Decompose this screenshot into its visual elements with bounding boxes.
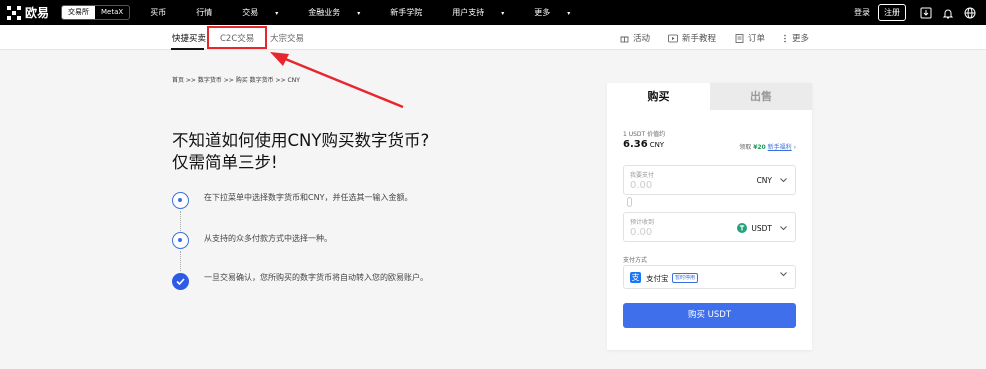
page-title: 不知道如何使用CNY购买数字货币? 仅需简单三步! — [172, 130, 442, 174]
promo-link[interactable]: 新手福利 — [768, 144, 792, 151]
alipay-icon: 支 — [630, 272, 641, 283]
pay-amount-field[interactable]: 我要支付 0.00 CNY — [623, 165, 796, 195]
annotation-arrow — [270, 52, 404, 109]
payment-status-badge: 暂时停用 — [672, 273, 699, 283]
chevron-right-icon: › — [793, 144, 796, 151]
trade-card: 出售 购买 1 USDT 价值约 6.36 CNY 领取 ¥20 新手福利 › 我… — [607, 83, 812, 350]
step-1-icon — [172, 192, 189, 209]
chevron-down-icon — [780, 178, 787, 183]
check-circle-icon — [172, 273, 189, 290]
receive-currency-select[interactable]: USDT — [737, 223, 787, 233]
price-number: 6.36 — [623, 139, 648, 150]
breadcrumb[interactable]: 首页 >> 数字货币 >> 购买 数字货币 >> CNY — [172, 75, 300, 84]
receive-field-label: 预计收到 — [630, 219, 655, 226]
headline-line-1: 不知道如何使用CNY购买数字货币? — [172, 131, 430, 150]
receive-amount-input[interactable]: 0.00 — [630, 227, 652, 238]
step-2-icon — [172, 232, 189, 249]
tab-sell[interactable]: 出售 — [710, 83, 812, 110]
tab-buy[interactable]: 购买 — [607, 83, 710, 110]
price-label: 1 USDT 价值约 — [623, 131, 666, 138]
promo-amount: ¥20 — [753, 144, 766, 151]
chevron-down-icon — [780, 272, 787, 277]
payment-method-name: 支付宝 — [646, 274, 669, 283]
price-unit: CNY — [649, 141, 665, 149]
pay-currency-select[interactable]: CNY — [757, 176, 787, 185]
payment-method-select[interactable]: 支 支付宝 暂时停用 — [623, 265, 796, 289]
pay-field-label: 我要支付 — [630, 172, 655, 179]
promo-banner[interactable]: 领取 ¥20 新手福利 › — [739, 142, 796, 151]
step-connector — [180, 211, 181, 231]
pay-currency: CNY — [756, 176, 772, 185]
receive-amount-field[interactable]: 预计收到 0.00 USDT — [623, 212, 796, 242]
buy-usdt-button[interactable]: 购买 USDT — [623, 303, 796, 328]
price-value: 6.36 CNY — [623, 139, 664, 150]
tether-icon — [737, 223, 748, 233]
step-1-text: 在下拉菜单中选择数字货币和CNY，并任选其一输入金额。 — [204, 193, 413, 202]
step-2-text: 从支持的众多付款方式中选择一种。 — [204, 234, 332, 243]
step-3-text: 一旦交易确认，您所购买的数字货币将自动转入您的欧易账户。 — [204, 273, 428, 282]
promo-prefix: 领取 — [739, 144, 752, 151]
receive-currency: USDT — [751, 223, 772, 233]
payment-method-label: 支付方式 — [623, 257, 648, 264]
chevron-down-icon — [780, 225, 787, 230]
pay-amount-input[interactable]: 0.00 — [630, 180, 652, 191]
headline-line-2: 仅需简单三步! — [172, 153, 278, 172]
swap-indicator — [627, 197, 632, 207]
step-connector — [180, 251, 181, 271]
